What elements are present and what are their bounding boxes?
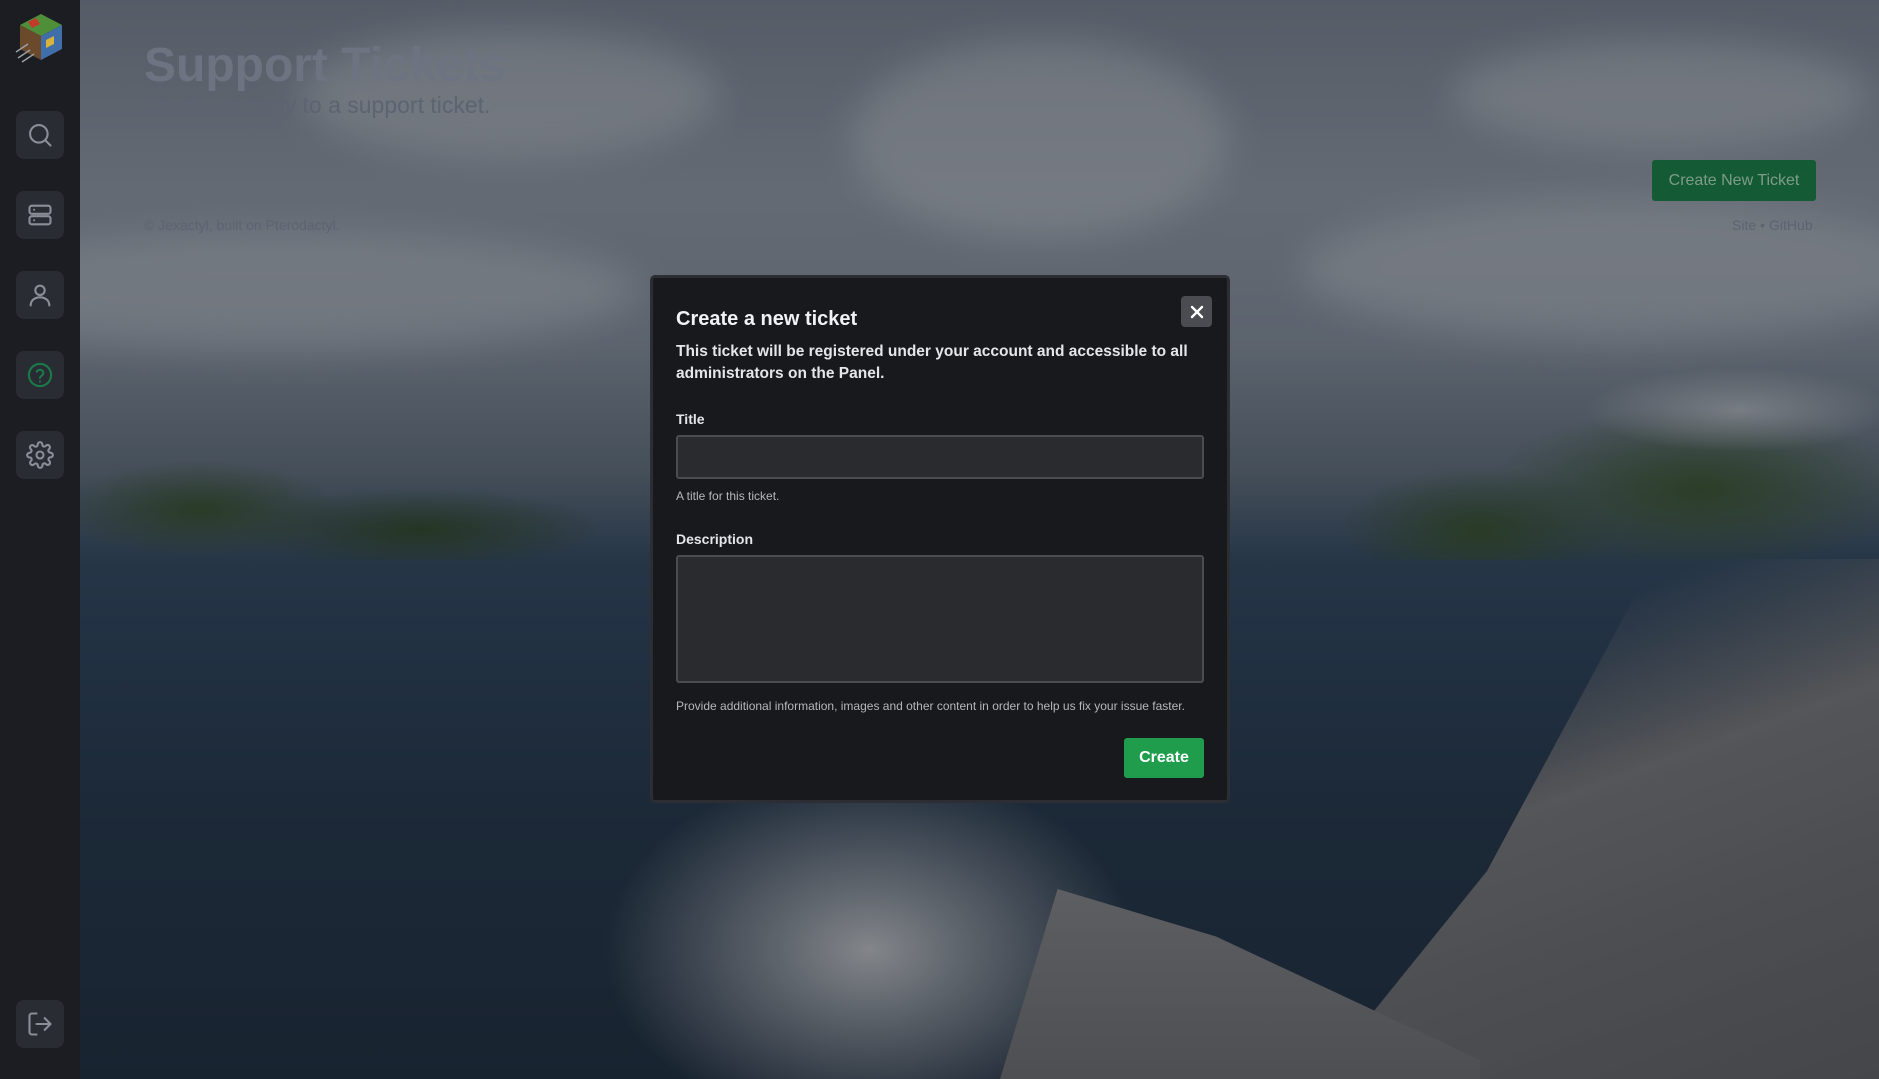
sidebar-item-settings[interactable] <box>16 431 64 479</box>
sidebar-item-account[interactable] <box>16 271 64 319</box>
sidebar-item-servers[interactable] <box>16 191 64 239</box>
link-separator: • <box>1760 217 1766 233</box>
create-new-ticket-button[interactable]: Create New Ticket <box>1652 160 1816 201</box>
copyright-text: © Jexactyl, built on Pterodactyl. <box>144 217 340 233</box>
close-icon <box>1190 305 1203 318</box>
sidebar-item-support[interactable] <box>16 351 64 399</box>
user-icon <box>29 284 51 307</box>
sidebar-item-logout[interactable] <box>16 1000 64 1048</box>
create-ticket-modal: Create a new ticket This ticket will be … <box>650 275 1230 803</box>
site-link[interactable]: Site <box>1732 217 1756 233</box>
modal-title: Create a new ticket <box>676 308 858 330</box>
cube-logo-icon[interactable] <box>14 10 68 64</box>
title-helper-text: A title for this ticket. <box>676 489 780 503</box>
search-icon <box>29 124 52 147</box>
title-field-label: Title <box>676 411 705 427</box>
description-helper-text: Provide additional information, images a… <box>676 699 1185 713</box>
modal-close-button[interactable] <box>1181 296 1212 327</box>
logout-icon <box>28 1012 52 1036</box>
server-icon <box>28 204 52 226</box>
modal-description: This ticket will be registered under you… <box>676 343 1188 382</box>
github-link[interactable]: GitHub <box>1769 217 1813 233</box>
sidebar-item-search[interactable] <box>16 111 64 159</box>
description-field-label: Description <box>676 531 754 547</box>
description-textarea[interactable] <box>676 555 1204 683</box>
page-title: Support Tickets <box>144 39 506 92</box>
sidebar <box>0 0 80 1079</box>
create-button[interactable]: Create <box>1124 738 1204 778</box>
help-circle-icon <box>27 362 53 388</box>
title-input[interactable] <box>676 435 1204 479</box>
footer-links: Site • GitHub <box>1732 217 1813 233</box>
page-subtitle: Create or reply to a support ticket. <box>144 92 491 118</box>
gear-icon <box>26 441 54 469</box>
